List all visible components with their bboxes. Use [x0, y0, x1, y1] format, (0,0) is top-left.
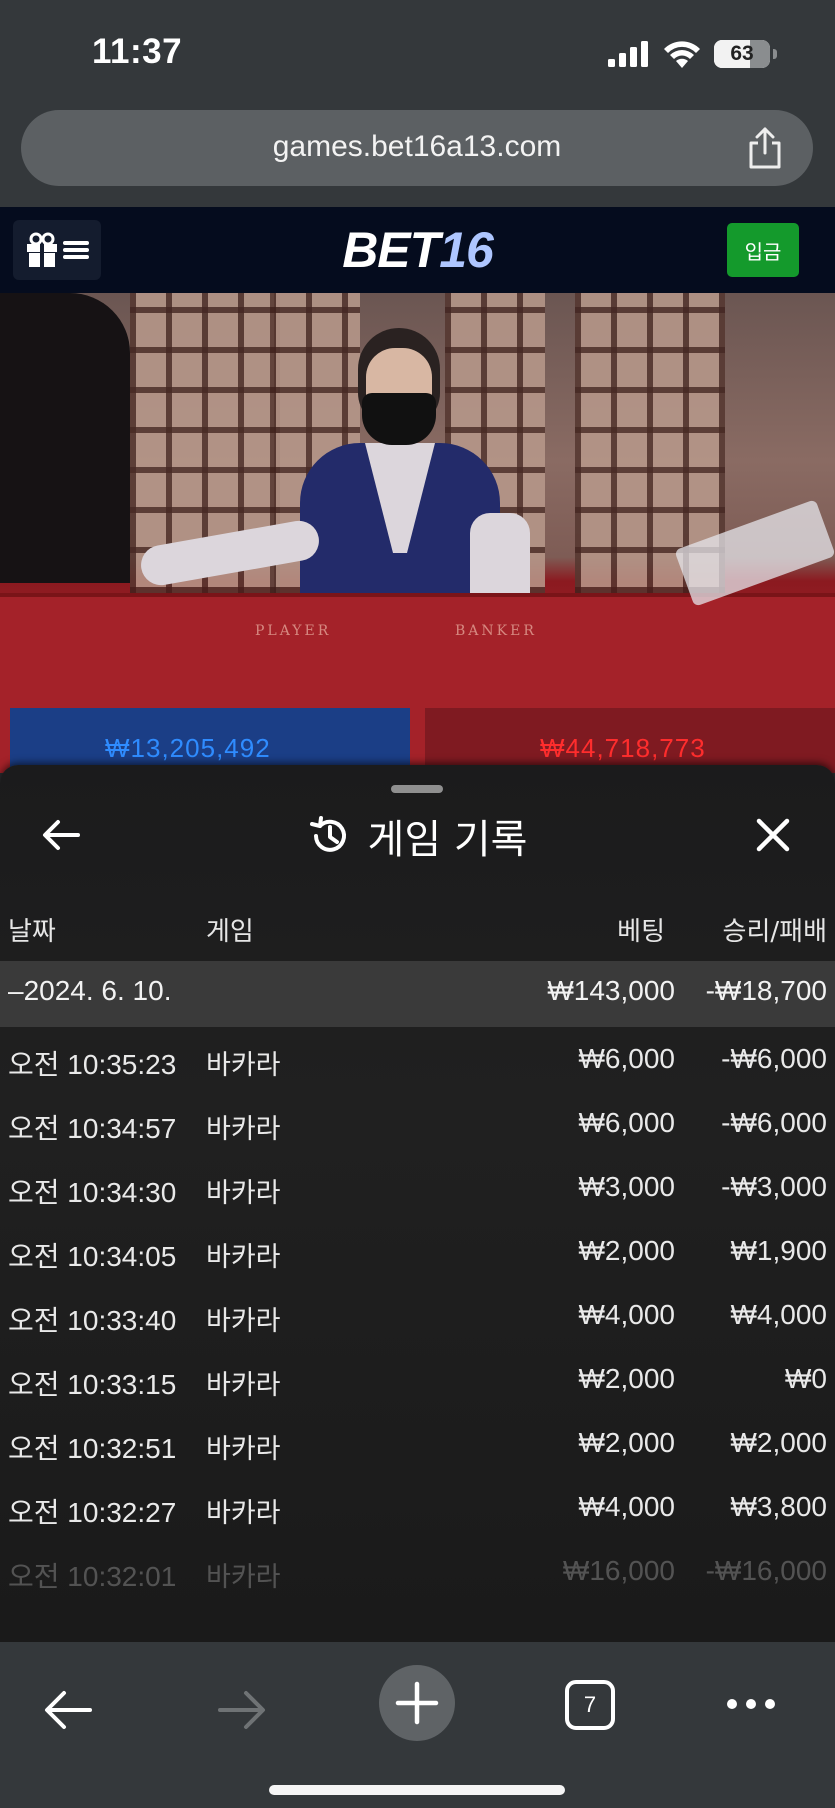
row-result: ₩4,000 — [730, 1299, 828, 1330]
browser-toolbar: 7 — [0, 1642, 835, 1808]
day-bet-total: ₩143,000 — [547, 975, 675, 1006]
row-time: 오전 10:35:23 — [8, 1049, 177, 1080]
history-row[interactable]: 오전 10:32:01 바카라 ₩16,000 -₩16,000 — [0, 1539, 835, 1603]
row-game: 바카라 — [206, 1562, 281, 1593]
row-result: -₩16,000 — [705, 1555, 827, 1586]
row-result: -₩6,000 — [721, 1043, 827, 1074]
logo-number: 16 — [439, 222, 494, 278]
player-label: PLAYER — [255, 623, 332, 639]
row-bet: ₩6,000 — [578, 1107, 676, 1138]
live-video: PLAYER BANKER ₩13,205,492 ₩44,718,773 — [0, 293, 835, 773]
column-header-date: 날짜 — [8, 917, 56, 947]
day-date: –2024. 6. 10. — [8, 975, 172, 1006]
row-bet: ₩2,000 — [578, 1363, 676, 1394]
panel-title: 게임 기록 — [0, 807, 835, 865]
column-header-bet: 베팅 — [617, 917, 665, 947]
row-result: -₩3,000 — [721, 1171, 827, 1202]
panel-title-text: 게임 기록 — [367, 817, 528, 863]
status-time: 11:37 — [92, 32, 183, 71]
row-time: 오전 10:34:30 — [8, 1177, 177, 1208]
history-row[interactable]: 오전 10:33:15 바카라 ₩2,000 ₩0 — [0, 1347, 835, 1411]
row-result: ₩3,800 — [730, 1491, 828, 1522]
row-game: 바카라 — [206, 1114, 281, 1145]
history-row[interactable]: 오전 10:32:51 바카라 ₩2,000 ₩2,000 — [0, 1411, 835, 1475]
history-row[interactable]: 오전 10:33:40 바카라 ₩4,000 ₩4,000 — [0, 1283, 835, 1347]
browser-url-area: games.bet16a13.com — [0, 105, 835, 207]
row-bet: ₩2,000 — [578, 1427, 676, 1458]
status-bar: 11:37 63 — [0, 0, 835, 105]
row-time: 오전 10:33:40 — [8, 1305, 177, 1336]
day-result-total: -₩18,700 — [705, 975, 827, 1006]
row-result: ₩0 — [785, 1363, 827, 1394]
history-row[interactable]: 오전 10:34:57 바카라 ₩6,000 -₩6,000 — [0, 1091, 835, 1155]
logo-text: BET — [342, 222, 440, 278]
status-icons: 63 — [608, 40, 777, 68]
row-game: 바카라 — [206, 1178, 281, 1209]
row-time: 오전 10:34:05 — [8, 1241, 177, 1272]
site-header: BET16 입금 — [0, 207, 835, 293]
row-game: 바카라 — [206, 1498, 281, 1529]
row-time: 오전 10:32:51 — [8, 1433, 177, 1464]
row-bet: ₩4,000 — [578, 1491, 676, 1522]
tab-count: 7 — [583, 1692, 597, 1717]
row-time: 오전 10:33:15 — [8, 1369, 177, 1400]
home-indicator — [269, 1785, 565, 1795]
row-time: 오전 10:32:01 — [8, 1561, 177, 1592]
forward-arrow-icon[interactable] — [216, 1688, 268, 1732]
signal-icon — [608, 41, 648, 67]
banker-bet-amount: ₩44,718,773 — [540, 733, 706, 763]
close-icon[interactable] — [751, 813, 795, 857]
more-icon[interactable] — [726, 1698, 776, 1710]
history-icon — [309, 816, 346, 852]
row-game: 바카라 — [206, 1242, 281, 1273]
row-bet: ₩3,000 — [578, 1171, 676, 1202]
row-time: 오전 10:34:57 — [8, 1113, 177, 1144]
plus-icon[interactable] — [378, 1664, 456, 1742]
url-text[interactable]: games.bet16a13.com — [21, 130, 813, 164]
battery-level: 63 — [730, 42, 754, 65]
row-result: -₩6,000 — [721, 1107, 827, 1138]
battery-tip — [773, 49, 777, 59]
row-game: 바카라 — [206, 1050, 281, 1081]
row-bet: ₩6,000 — [578, 1043, 676, 1074]
row-bet: ₩2,000 — [578, 1235, 676, 1266]
history-row[interactable]: 오전 10:35:23 바카라 ₩6,000 -₩6,000 — [0, 1027, 835, 1091]
row-game: 바카라 — [206, 1306, 281, 1337]
site-logo[interactable]: BET16 — [0, 221, 835, 279]
column-header-result: 승리/패배 — [722, 917, 827, 947]
game-history-panel: 게임 기록 날짜 게임 베팅 승리/패배 –2024. 6. 10. ₩143,… — [0, 765, 835, 1642]
back-arrow-icon[interactable] — [42, 1688, 94, 1732]
row-game: 바카라 — [206, 1434, 281, 1465]
player-bet-amount: ₩13,205,492 — [105, 733, 271, 763]
row-bet: ₩16,000 — [562, 1555, 675, 1586]
row-result: ₩2,000 — [730, 1427, 828, 1458]
share-icon[interactable] — [745, 126, 785, 170]
column-header-game: 게임 — [206, 917, 254, 947]
banker-label: BANKER — [455, 623, 537, 639]
history-row[interactable]: 오전 10:32:27 바카라 ₩4,000 ₩3,800 — [0, 1475, 835, 1539]
history-row[interactable]: 오전 10:34:05 바카라 ₩2,000 ₩1,900 — [0, 1219, 835, 1283]
row-bet: ₩4,000 — [578, 1299, 676, 1330]
day-summary-row[interactable]: –2024. 6. 10. ₩143,000 -₩18,700 — [0, 961, 835, 1027]
row-game: 바카라 — [206, 1370, 281, 1401]
history-list: 오전 10:35:23 바카라 ₩6,000 -₩6,000 오전 10:34:… — [0, 1027, 835, 1603]
row-result: ₩1,900 — [730, 1235, 828, 1266]
row-time: 오전 10:32:27 — [8, 1497, 177, 1528]
tabs-icon[interactable]: 7 — [565, 1680, 615, 1730]
address-bar[interactable]: games.bet16a13.com — [21, 110, 813, 186]
person-figure — [0, 293, 130, 583]
history-row[interactable]: 오전 10:34:30 바카라 ₩3,000 -₩3,000 — [0, 1155, 835, 1219]
dealer-mask — [362, 393, 436, 445]
battery-icon: 63 — [714, 40, 770, 68]
deposit-button[interactable]: 입금 — [727, 223, 799, 277]
drag-handle[interactable] — [391, 785, 443, 793]
wifi-icon — [664, 41, 700, 68]
